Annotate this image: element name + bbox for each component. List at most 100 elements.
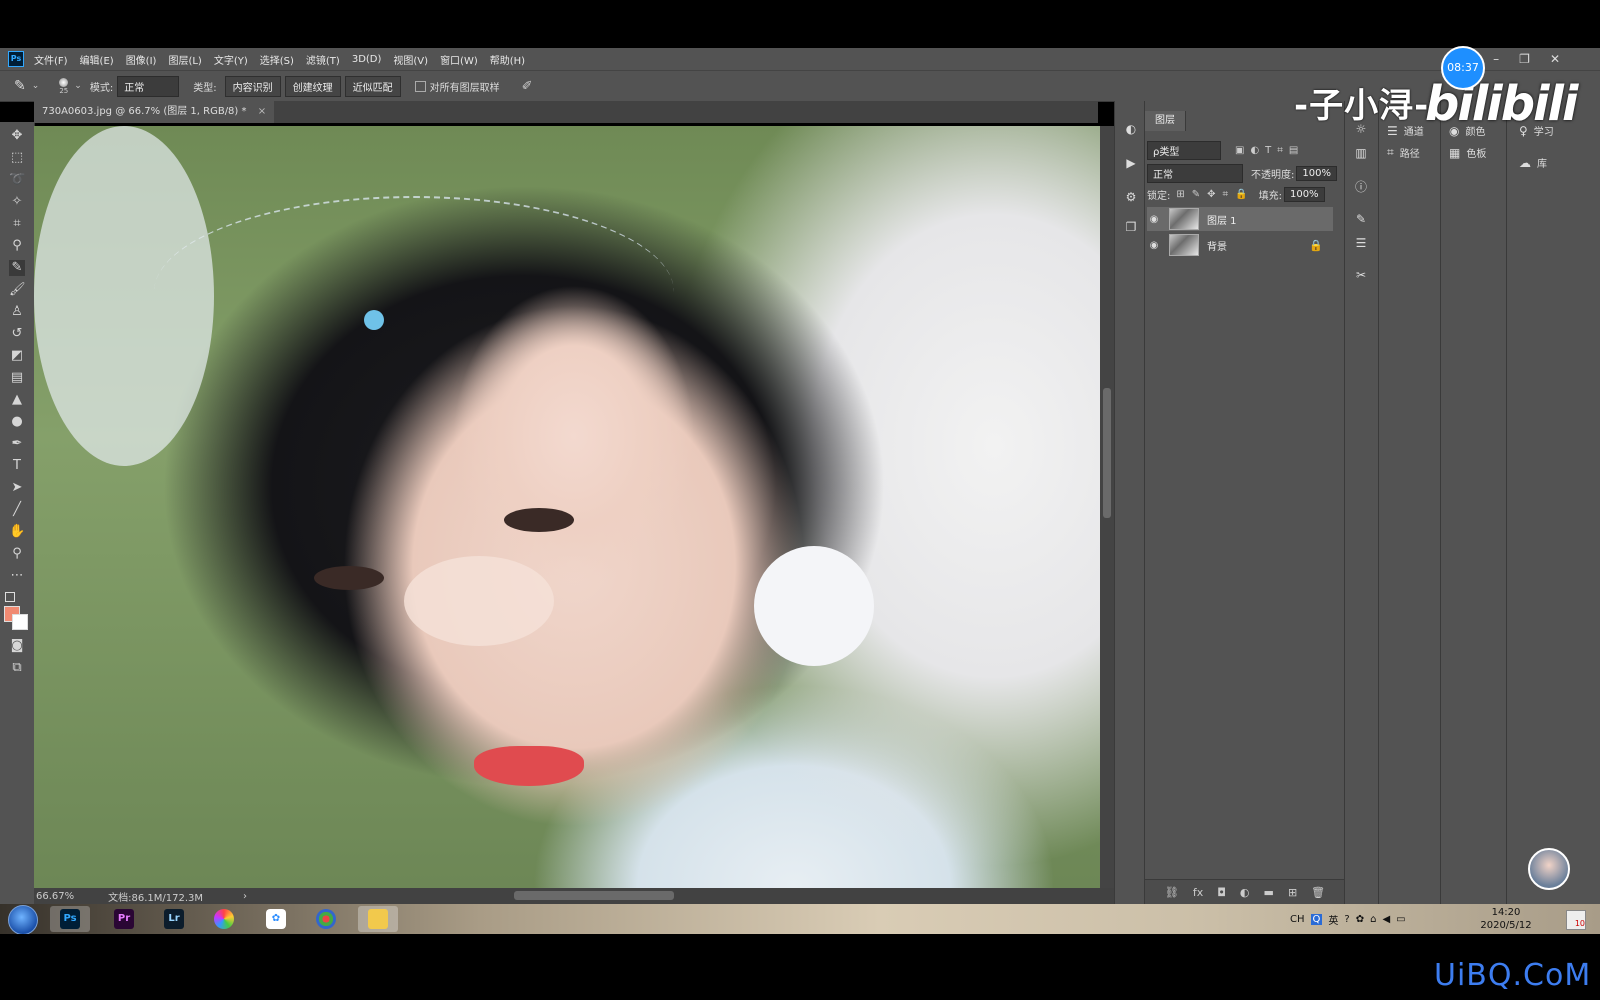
- taskbar-photoshop[interactable]: Ps: [50, 906, 90, 932]
- delete-layer-icon[interactable]: 🗑: [1311, 886, 1325, 899]
- zoom-level[interactable]: 66.67%: [36, 891, 74, 902]
- display-icon[interactable]: ▭: [1396, 914, 1405, 925]
- menu-filter[interactable]: 滤镜(T): [306, 52, 340, 67]
- layer-filter-select[interactable]: ρ类型: [1147, 141, 1221, 160]
- actions-play-icon[interactable]: ▶: [1123, 155, 1139, 171]
- add-mask-icon[interactable]: ◘: [1217, 886, 1226, 899]
- taskbar-cloud-app[interactable]: ✿: [256, 906, 296, 932]
- lock-icons[interactable]: ⊞✎✥⌗🔒: [1176, 189, 1254, 200]
- histogram-icon[interactable]: ▥: [1353, 145, 1369, 161]
- layer-row-background[interactable]: ◉ 背景 🔒: [1147, 233, 1333, 257]
- menu-image[interactable]: 图像(I): [126, 52, 157, 67]
- brush-chevron-icon[interactable]: ⌄: [74, 81, 82, 91]
- line-tool-icon[interactable]: ╱: [9, 502, 25, 518]
- lasso-tool-icon[interactable]: ➰: [9, 172, 25, 188]
- blur-tool-icon[interactable]: ▲: [9, 392, 25, 408]
- tool-preset-chevron-icon[interactable]: ⌄: [32, 81, 40, 91]
- taskbar-color-app[interactable]: [204, 906, 244, 932]
- canvas-vertical-scroll-thumb[interactable]: [1103, 388, 1111, 518]
- quick-mask-icon[interactable]: ◙: [9, 638, 25, 654]
- taskbar-explorer[interactable]: [358, 906, 398, 932]
- adjust-panel-icon[interactable]: ◐: [1123, 121, 1139, 137]
- visibility-eye-icon[interactable]: ◉: [1147, 240, 1161, 251]
- content-aware-button[interactable]: 内容识别: [224, 75, 281, 97]
- pressure-icon[interactable]: ✐: [522, 79, 533, 94]
- move-tool-icon[interactable]: ✥: [9, 128, 25, 144]
- dodge-tool-icon[interactable]: ●: [9, 414, 25, 430]
- opacity-input[interactable]: 100%: [1296, 166, 1337, 181]
- ime-icon[interactable]: Q: [1310, 913, 1323, 925]
- new-layer-icon[interactable]: ⊞: [1288, 886, 1297, 899]
- canvas-vertical-scrollbar[interactable]: [1100, 126, 1114, 888]
- properties-icon[interactable]: ☰: [1353, 235, 1369, 251]
- fx-icon[interactable]: fx: [1193, 886, 1203, 899]
- layers-tab[interactable]: 图层: [1145, 111, 1186, 131]
- layer-comps-icon[interactable]: ❐: [1123, 219, 1139, 235]
- paths-button[interactable]: ⌗ 路径: [1387, 145, 1420, 160]
- visibility-eye-icon[interactable]: ◉: [1147, 214, 1161, 225]
- crop-tool-icon[interactable]: ⌗: [9, 216, 25, 232]
- brush-picker[interactable]: 25: [59, 77, 69, 95]
- tray-app-icon[interactable]: ✿: [1356, 914, 1364, 925]
- volume-icon[interactable]: ◀: [1382, 914, 1390, 925]
- restore-icon[interactable]: ❐: [1519, 52, 1530, 66]
- layer-row-layer1[interactable]: ◉ 图层 1: [1147, 207, 1333, 231]
- more-tools-icon[interactable]: ⋯: [9, 568, 25, 584]
- document-tab-close-icon[interactable]: ×: [258, 106, 266, 117]
- document-canvas[interactable]: [34, 126, 1114, 902]
- help-icon[interactable]: ?: [1344, 914, 1349, 925]
- menu-window[interactable]: 窗口(W): [440, 52, 478, 67]
- menu-select[interactable]: 选择(S): [260, 52, 294, 67]
- taskbar-lightroom[interactable]: Lr: [154, 906, 194, 932]
- notification-icon[interactable]: 10: [1566, 910, 1586, 930]
- swatches-button[interactable]: ▦ 色板: [1449, 145, 1486, 161]
- library-button[interactable]: ☁ 库: [1519, 155, 1547, 171]
- menu-edit[interactable]: 编辑(E): [80, 52, 114, 67]
- menu-help[interactable]: 帮助(H): [490, 52, 525, 67]
- hand-tool-icon[interactable]: ✋: [9, 524, 25, 540]
- tray-ime[interactable]: 英: [1328, 912, 1338, 927]
- history-brush-tool-icon[interactable]: ↺: [9, 326, 25, 342]
- default-colors-icon[interactable]: [5, 592, 15, 602]
- menu-view[interactable]: 视图(V): [393, 52, 428, 67]
- background-color-swatch[interactable]: [12, 614, 28, 630]
- menu-file[interactable]: 文件(F): [34, 52, 68, 67]
- healing-brush-tool-icon[interactable]: ✎: [9, 260, 25, 276]
- path-select-tool-icon[interactable]: ➤: [9, 480, 25, 496]
- network-icon[interactable]: ⌂: [1370, 914, 1376, 925]
- brush-settings-icon[interactable]: ✎: [1353, 211, 1369, 227]
- sample-all-layers-checkbox[interactable]: [414, 80, 426, 92]
- taskbar-clock[interactable]: 14:20 2020/5/12: [1476, 906, 1536, 932]
- menu-type[interactable]: 文字(Y): [214, 52, 248, 67]
- eraser-tool-icon[interactable]: ◩: [9, 348, 25, 364]
- proximity-match-button[interactable]: 近似匹配: [344, 75, 401, 97]
- type-tool-icon[interactable]: T: [9, 458, 25, 474]
- blend-mode-select[interactable]: 正常: [1147, 164, 1243, 183]
- status-menu-arrow[interactable]: ›: [243, 891, 247, 902]
- document-tab[interactable]: 730A0603.jpg @ 66.7% (图层 1, RGB/8) * ×: [34, 101, 275, 123]
- adjustment-layer-icon[interactable]: ◐: [1240, 886, 1250, 899]
- canvas-horizontal-scroll-thumb[interactable]: [514, 891, 674, 900]
- menu-3d[interactable]: 3D(D): [352, 54, 382, 65]
- marquee-tool-icon[interactable]: ⬚: [9, 150, 25, 166]
- link-layers-icon[interactable]: ⛓: [1165, 886, 1179, 899]
- screen-mode-icon[interactable]: ⧉: [9, 660, 25, 676]
- taskbar-davinci[interactable]: [306, 906, 346, 932]
- spot-healing-brush-icon[interactable]: ✎: [14, 78, 26, 94]
- new-group-icon[interactable]: ▬: [1264, 886, 1274, 899]
- tray-language[interactable]: CH: [1290, 914, 1305, 925]
- quick-select-tool-icon[interactable]: ✧: [9, 194, 25, 210]
- eyedropper-tool-icon[interactable]: ⚲: [9, 238, 25, 254]
- menu-layer[interactable]: 图层(L): [168, 52, 201, 67]
- clone-stamp-tool-icon[interactable]: ♙: [9, 304, 25, 320]
- minimize-icon[interactable]: –: [1493, 52, 1499, 66]
- pen-tool-icon[interactable]: ✒: [9, 436, 25, 452]
- zoom-tool-icon[interactable]: ⚲: [9, 546, 25, 562]
- fill-input[interactable]: 100%: [1283, 187, 1325, 202]
- taskbar-premiere[interactable]: Pr: [104, 906, 144, 932]
- info-icon[interactable]: ⓘ: [1353, 179, 1369, 195]
- brush-tool-icon[interactable]: 🖌: [9, 282, 26, 298]
- layer-filter-icons[interactable]: ▣◐T⌗▤: [1235, 145, 1304, 156]
- start-button[interactable]: [8, 905, 38, 935]
- cut-icon[interactable]: ✂: [1353, 267, 1369, 283]
